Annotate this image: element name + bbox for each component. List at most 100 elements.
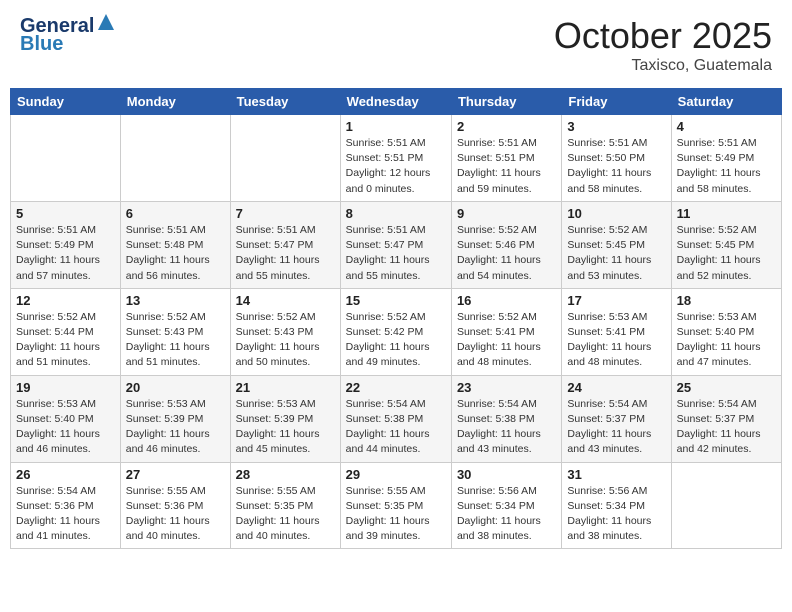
day-number: 9 [457, 206, 556, 221]
day-info: Sunrise: 5:51 AM Sunset: 5:49 PM Dayligh… [677, 136, 776, 197]
calendar-cell: 29Sunrise: 5:55 AM Sunset: 5:35 PM Dayli… [340, 462, 451, 549]
day-number: 5 [16, 206, 115, 221]
weekday-header-wednesday: Wednesday [340, 89, 451, 115]
weekday-header-saturday: Saturday [671, 89, 781, 115]
calendar-cell: 9Sunrise: 5:52 AM Sunset: 5:46 PM Daylig… [451, 201, 561, 288]
day-info: Sunrise: 5:51 AM Sunset: 5:51 PM Dayligh… [346, 136, 446, 197]
calendar-cell [230, 115, 340, 202]
day-info: Sunrise: 5:51 AM Sunset: 5:47 PM Dayligh… [346, 223, 446, 284]
calendar-week-2: 5 Sunrise: 5:51 AM Sunset: 5:49 PM Daylig… [11, 201, 782, 288]
day-number: 19 [16, 380, 115, 395]
day-number: 18 [677, 293, 776, 308]
day-number: 12 [16, 293, 115, 308]
day-number: 15 [346, 293, 446, 308]
day-info: Sunrise: 5:53 AM Sunset: 5:40 PM Dayligh… [16, 397, 115, 458]
day-number: 6 [126, 206, 225, 221]
calendar-cell: 17 Sunrise: 5:53 AM Sunset: 5:41 PM Dayli… [562, 288, 671, 375]
calendar-cell: 2 Sunrise: 5:51 AM Sunset: 5:51 PM Daylig… [451, 115, 561, 202]
calendar-cell: 18 Sunrise: 5:53 AM Sunset: 5:40 PM Dayli… [671, 288, 781, 375]
calendar-cell [120, 115, 230, 202]
calendar-cell: 15Sunrise: 5:52 AM Sunset: 5:42 PM Dayli… [340, 288, 451, 375]
day-info: Sunrise: 5:54 AM Sunset: 5:37 PM Dayligh… [567, 397, 665, 458]
day-number: 1 [346, 119, 446, 134]
calendar-cell: 7 Sunrise: 5:51 AM Sunset: 5:47 PM Daylig… [230, 201, 340, 288]
day-number: 2 [457, 119, 556, 134]
day-info: Sunrise: 5:52 AM Sunset: 5:41 PM Dayligh… [457, 310, 556, 371]
day-number: 21 [236, 380, 335, 395]
day-number: 7 [236, 206, 335, 221]
weekday-header-sunday: Sunday [11, 89, 121, 115]
day-number: 25 [677, 380, 776, 395]
calendar-cell: 14 Sunrise: 5:52 AM Sunset: 5:43 PM Dayli… [230, 288, 340, 375]
day-number: 29 [346, 467, 446, 482]
calendar-cell: 1 Sunrise: 5:51 AM Sunset: 5:51 PM Daylig… [340, 115, 451, 202]
day-number: 24 [567, 380, 665, 395]
calendar-week-4: 19 Sunrise: 5:53 AM Sunset: 5:40 PM Dayli… [11, 375, 782, 462]
day-info: Sunrise: 5:51 AM Sunset: 5:50 PM Dayligh… [567, 136, 665, 197]
day-number: 27 [126, 467, 225, 482]
day-number: 4 [677, 119, 776, 134]
day-info: Sunrise: 5:53 AM Sunset: 5:39 PM Dayligh… [236, 397, 335, 458]
day-info: Sunrise: 5:54 AM Sunset: 5:36 PM Dayligh… [16, 484, 115, 545]
calendar-cell: 16 Sunrise: 5:52 AM Sunset: 5:41 PM Dayli… [451, 288, 561, 375]
calendar-week-3: 12 Sunrise: 5:52 AM Sunset: 5:44 PM Dayli… [11, 288, 782, 375]
weekday-header-tuesday: Tuesday [230, 89, 340, 115]
month-title: October 2025 [554, 15, 772, 57]
day-info: Sunrise: 5:55 AM Sunset: 5:35 PM Dayligh… [236, 484, 335, 545]
logo: General Blue [20, 15, 116, 55]
day-number: 11 [677, 206, 776, 221]
calendar-cell: 20Sunrise: 5:53 AM Sunset: 5:39 PM Dayli… [120, 375, 230, 462]
calendar-cell: 19 Sunrise: 5:53 AM Sunset: 5:40 PM Dayli… [11, 375, 121, 462]
calendar-cell: 10 Sunrise: 5:52 AM Sunset: 5:45 PM Dayli… [562, 201, 671, 288]
calendar-cell: 28 Sunrise: 5:55 AM Sunset: 5:35 PM Dayli… [230, 462, 340, 549]
logo-icon [96, 12, 116, 32]
calendar-cell [11, 115, 121, 202]
day-number: 13 [126, 293, 225, 308]
logo-blue: Blue [20, 33, 63, 55]
day-info: Sunrise: 5:53 AM Sunset: 5:41 PM Dayligh… [567, 310, 665, 371]
weekday-header-monday: Monday [120, 89, 230, 115]
day-number: 16 [457, 293, 556, 308]
calendar-cell: 5 Sunrise: 5:51 AM Sunset: 5:49 PM Daylig… [11, 201, 121, 288]
calendar-cell: 4 Sunrise: 5:51 AM Sunset: 5:49 PM Daylig… [671, 115, 781, 202]
day-info: Sunrise: 5:52 AM Sunset: 5:45 PM Dayligh… [677, 223, 776, 284]
calendar-cell: 31 Sunrise: 5:56 AM Sunset: 5:34 PM Dayli… [562, 462, 671, 549]
day-info: Sunrise: 5:51 AM Sunset: 5:47 PM Dayligh… [236, 223, 335, 284]
day-info: Sunrise: 5:52 AM Sunset: 5:44 PM Dayligh… [16, 310, 115, 371]
weekday-header-thursday: Thursday [451, 89, 561, 115]
calendar-cell: 22Sunrise: 5:54 AM Sunset: 5:38 PM Dayli… [340, 375, 451, 462]
day-number: 8 [346, 206, 446, 221]
day-info: Sunrise: 5:52 AM Sunset: 5:45 PM Dayligh… [567, 223, 665, 284]
day-info: Sunrise: 5:51 AM Sunset: 5:49 PM Dayligh… [16, 223, 115, 284]
day-number: 22 [346, 380, 446, 395]
calendar-cell: 30Sunrise: 5:56 AM Sunset: 5:34 PM Dayli… [451, 462, 561, 549]
calendar-cell: 24 Sunrise: 5:54 AM Sunset: 5:37 PM Dayli… [562, 375, 671, 462]
calendar-cell: 21 Sunrise: 5:53 AM Sunset: 5:39 PM Dayli… [230, 375, 340, 462]
day-info: Sunrise: 5:56 AM Sunset: 5:34 PM Dayligh… [567, 484, 665, 545]
day-info: Sunrise: 5:53 AM Sunset: 5:39 PM Dayligh… [126, 397, 225, 458]
calendar-cell: 11 Sunrise: 5:52 AM Sunset: 5:45 PM Dayli… [671, 201, 781, 288]
day-number: 30 [457, 467, 556, 482]
day-info: Sunrise: 5:51 AM Sunset: 5:51 PM Dayligh… [457, 136, 556, 197]
day-info: Sunrise: 5:52 AM Sunset: 5:43 PM Dayligh… [126, 310, 225, 371]
day-number: 28 [236, 467, 335, 482]
day-info: Sunrise: 5:53 AM Sunset: 5:40 PM Dayligh… [677, 310, 776, 371]
day-number: 14 [236, 293, 335, 308]
calendar-cell: 12 Sunrise: 5:52 AM Sunset: 5:44 PM Dayli… [11, 288, 121, 375]
day-number: 31 [567, 467, 665, 482]
calendar-cell: 8 Sunrise: 5:51 AM Sunset: 5:47 PM Daylig… [340, 201, 451, 288]
calendar-cell: 3Sunrise: 5:51 AM Sunset: 5:50 PM Daylig… [562, 115, 671, 202]
calendar-cell: 25Sunrise: 5:54 AM Sunset: 5:37 PM Dayli… [671, 375, 781, 462]
calendar-table: SundayMondayTuesdayWednesdayThursdayFrid… [10, 88, 782, 549]
calendar-cell: 27Sunrise: 5:55 AM Sunset: 5:36 PM Dayli… [120, 462, 230, 549]
calendar-cell: 13 Sunrise: 5:52 AM Sunset: 5:43 PM Dayli… [120, 288, 230, 375]
page-header: General Blue October 2025 Taxisco, Guate… [10, 10, 782, 80]
weekday-header-row: SundayMondayTuesdayWednesdayThursdayFrid… [11, 89, 782, 115]
calendar-week-1: 1 Sunrise: 5:51 AM Sunset: 5:51 PM Daylig… [11, 115, 782, 202]
day-info: Sunrise: 5:52 AM Sunset: 5:43 PM Dayligh… [236, 310, 335, 371]
day-number: 17 [567, 293, 665, 308]
day-info: Sunrise: 5:54 AM Sunset: 5:38 PM Dayligh… [457, 397, 556, 458]
title-block: October 2025 Taxisco, Guatemala [554, 15, 772, 75]
location: Taxisco, Guatemala [554, 57, 772, 75]
day-number: 10 [567, 206, 665, 221]
